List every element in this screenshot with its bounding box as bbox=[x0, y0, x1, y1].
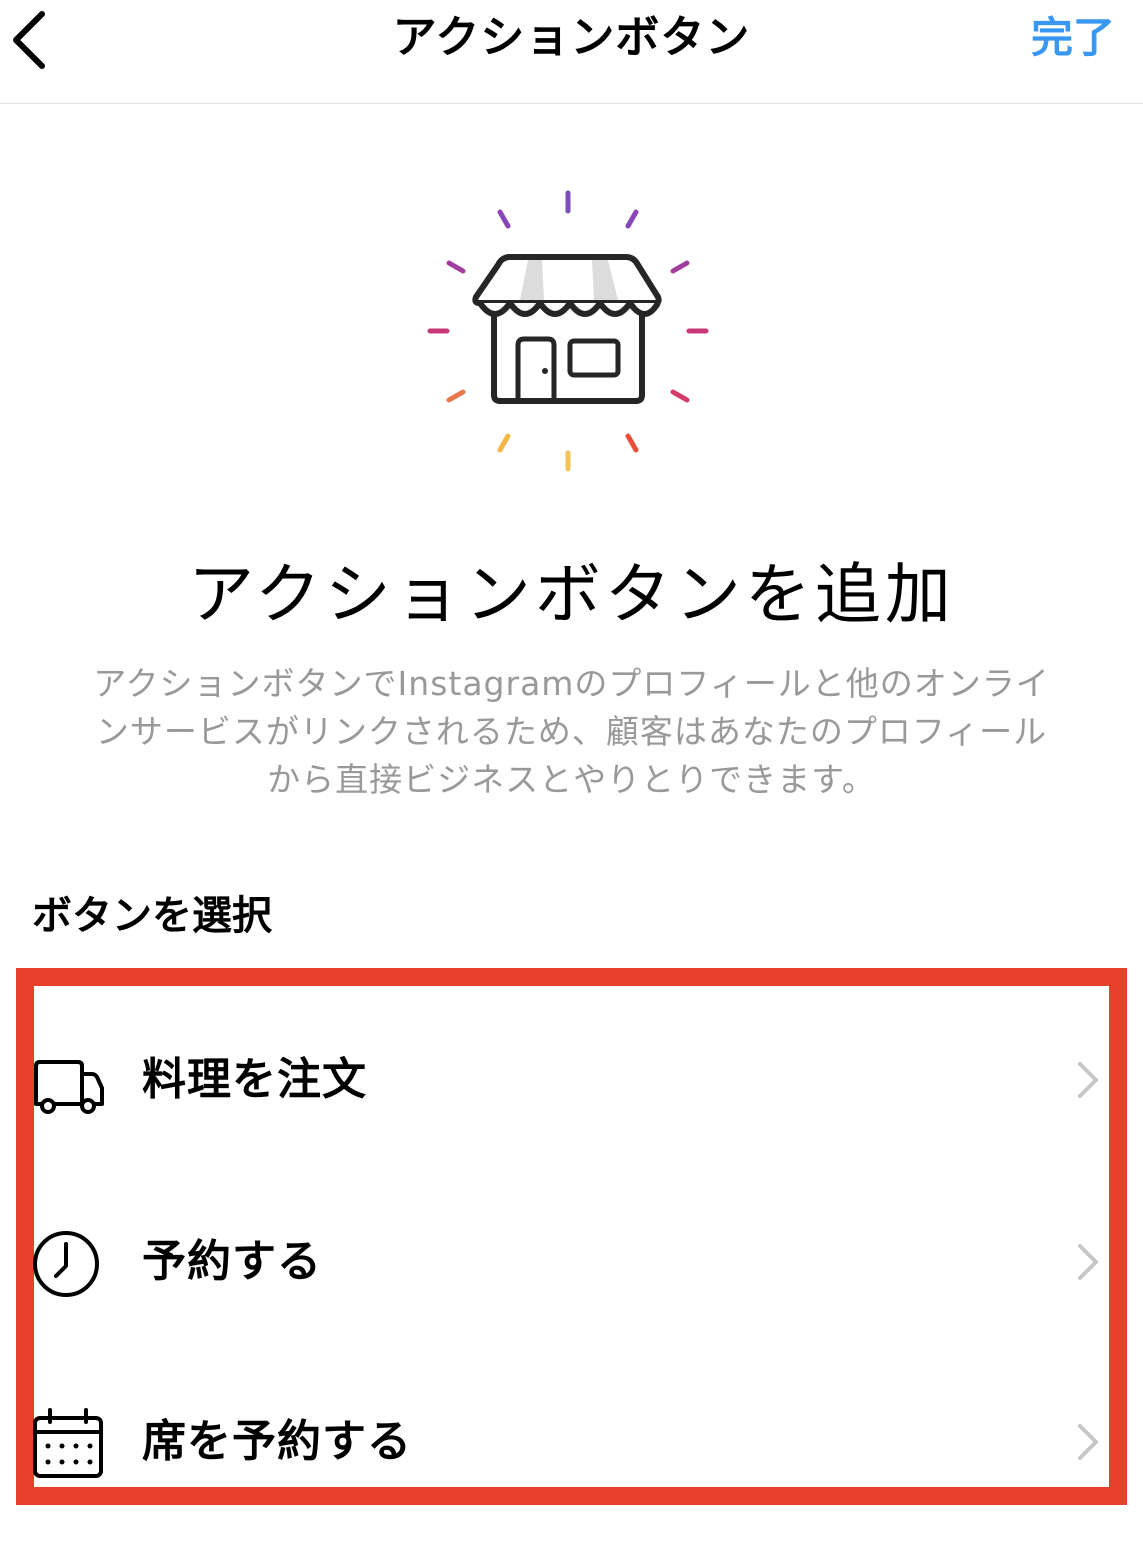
calendar-icon bbox=[32, 1406, 104, 1478]
hero-heading: アクションボタンを追加 bbox=[188, 556, 955, 633]
page-title: アクションボタン bbox=[392, 12, 751, 63]
option-book[interactable]: 予約する bbox=[32, 1208, 1102, 1318]
option-reserve-table[interactable]: 席を予約する bbox=[32, 1388, 1102, 1498]
header-bar: アクションボタン 完了 bbox=[0, 0, 1143, 104]
option-label: 予約する bbox=[142, 1236, 322, 1287]
done-button[interactable]: 完了 bbox=[1031, 10, 1115, 66]
clock-icon bbox=[32, 1226, 104, 1298]
delivery-truck-icon bbox=[32, 1044, 104, 1116]
hero-description: アクションボタンでInstagramのプロフィールと他のオンラインサービスがリン… bbox=[93, 664, 1050, 799]
section-label: ボタンを選択 bbox=[32, 893, 272, 939]
storefront-icon bbox=[420, 185, 720, 480]
chevron-right-icon bbox=[1078, 1424, 1098, 1460]
chevron-right-icon bbox=[1078, 1062, 1098, 1098]
chevron-right-icon bbox=[1078, 1244, 1098, 1280]
option-order-food[interactable]: 料理を注文 bbox=[32, 1026, 1102, 1136]
option-label: 料理を注文 bbox=[142, 1054, 367, 1105]
option-label: 席を予約する bbox=[142, 1416, 412, 1467]
